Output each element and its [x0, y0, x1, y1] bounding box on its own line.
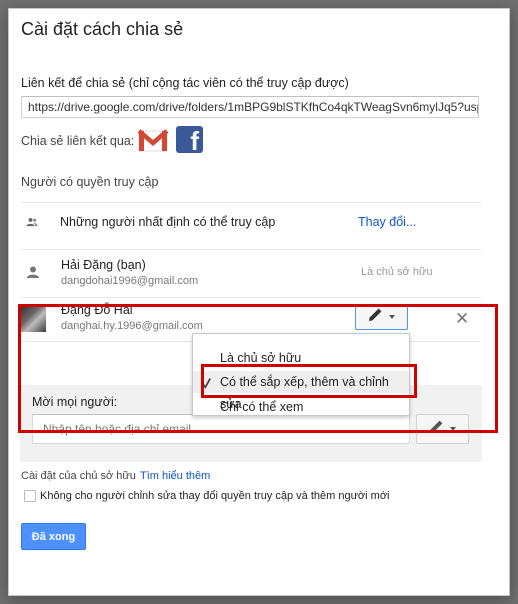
people-group-icon	[26, 215, 38, 233]
access-level-text: Những người nhất định có thể truy cập	[60, 215, 276, 229]
facebook-icon[interactable]: f	[176, 126, 203, 153]
collaborator-email: danghai.hy.1996@gmail.com	[61, 320, 203, 332]
learn-more-link[interactable]: Tìm hiểu thêm	[140, 470, 210, 482]
owner-role-label: Là chủ sở hữu	[361, 266, 433, 278]
change-access-link[interactable]: Thay đổi...	[358, 215, 416, 229]
menu-item-edit[interactable]: Có thể sắp xếp, thêm và chỉnh sửa	[193, 371, 409, 411]
collaborator-permission-dropdown[interactable]	[355, 304, 408, 330]
chevron-down-icon	[389, 315, 395, 319]
owner-name: Hải Đặng (bạn)	[61, 258, 146, 272]
done-button[interactable]: Đã xong	[21, 523, 86, 550]
menu-item-owner[interactable]: Là chủ sở hữu	[193, 347, 409, 369]
avatar	[20, 306, 46, 332]
access-section-label: Người có quyền truy cập	[21, 175, 159, 189]
invite-label: Mời mọi người:	[32, 395, 118, 409]
share-link-label: Liên kết để chia sẻ (chỉ cộng tác viên c…	[21, 76, 349, 90]
chevron-down-icon	[450, 427, 456, 431]
owner-settings-label: Cài đặt của chủ sở hữu	[21, 470, 136, 482]
dialog-title: Cài đặt cách chia sẻ	[21, 19, 184, 39]
share-link-field[interactable]: https://drive.google.com/drive/folders/1…	[21, 96, 479, 118]
person-icon	[27, 265, 39, 283]
checkmark-icon	[202, 375, 211, 389]
invite-permission-dropdown[interactable]	[416, 414, 469, 444]
pencil-icon	[429, 419, 444, 439]
prevent-editors-label: Không cho người chỉnh sửa thay đổi quyền…	[40, 490, 390, 502]
owner-email: dangdohai1996@gmail.com	[61, 275, 199, 287]
prevent-editors-checkbox[interactable]	[24, 490, 36, 502]
menu-item-view[interactable]: Chỉ có thể xem	[193, 396, 409, 418]
divider	[21, 249, 481, 250]
divider	[21, 202, 481, 203]
share-via-label: Chia sẻ liên kết qua:	[21, 134, 135, 148]
collaborator-name: Đặng Đỗ Hải	[61, 303, 133, 317]
invite-email-input[interactable]	[32, 414, 410, 444]
pencil-icon	[368, 307, 383, 327]
divider	[21, 297, 481, 298]
gmail-icon[interactable]	[137, 127, 169, 153]
permission-menu: Là chủ sở hữu Có thể sắp xếp, thêm và ch…	[192, 333, 410, 416]
remove-collaborator-icon[interactable]: ✕	[455, 309, 469, 329]
